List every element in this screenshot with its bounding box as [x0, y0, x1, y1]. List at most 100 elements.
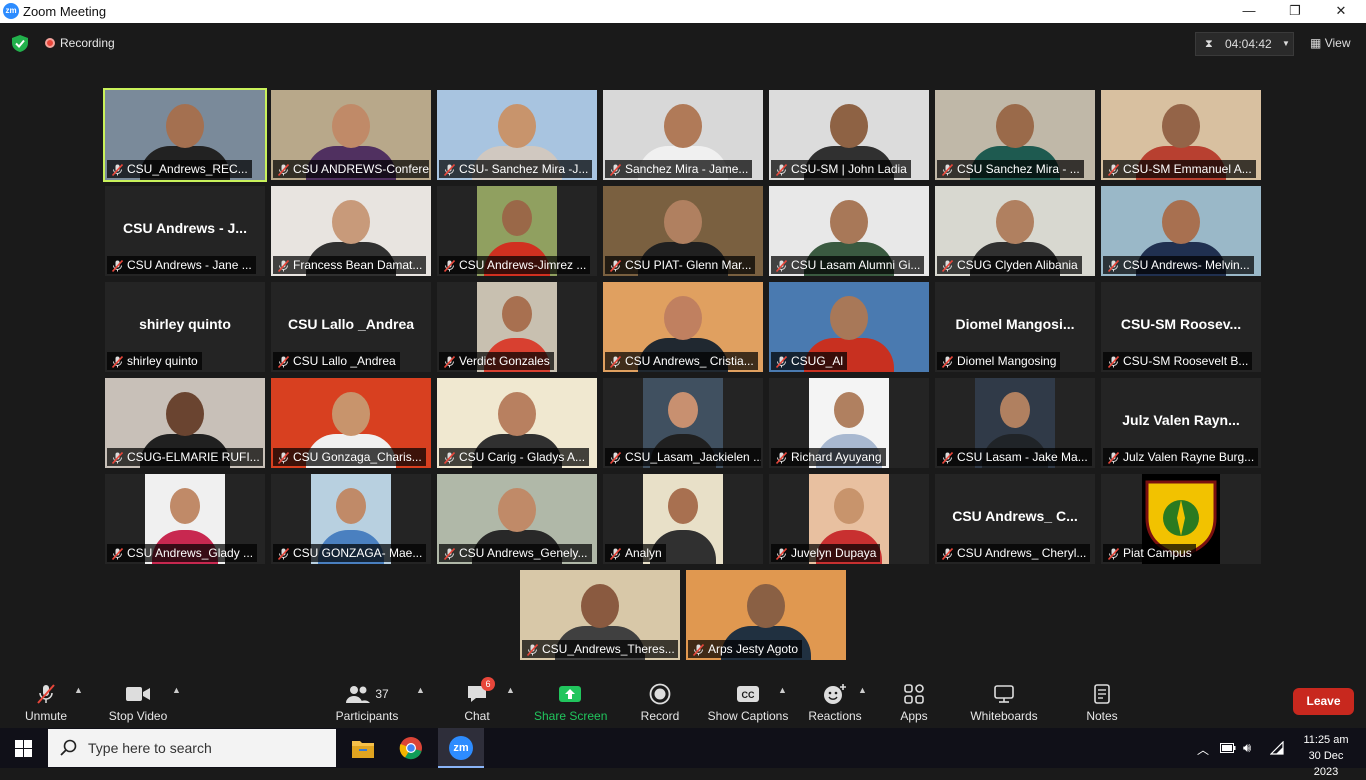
- participant-tile[interactable]: CSU Carig - Gladys A...: [437, 378, 597, 468]
- participant-tile[interactable]: CSU Andrews-Jimrez ...: [437, 186, 597, 276]
- participant-tile[interactable]: CSU GONZAGA- Mae...: [271, 474, 431, 564]
- reactions-button[interactable]: Reactions: [806, 681, 864, 723]
- participants-button[interactable]: 37 Participants: [334, 681, 400, 723]
- chat-unread-badge: 6: [481, 677, 495, 691]
- meeting-timer[interactable]: ⧗ 04:04:42 ▼: [1195, 32, 1294, 56]
- chrome-browser-icon[interactable]: [399, 736, 423, 760]
- participant-tile[interactable]: CSU PIAT- Glenn Mar...: [603, 186, 763, 276]
- participant-tile[interactable]: Piat Campus: [1101, 474, 1261, 564]
- participant-tile[interactable]: CSU ANDREWS-Confere...: [271, 90, 431, 180]
- participant-name-tag: CSU_Andrews_Theres...: [522, 640, 678, 658]
- participant-tile[interactable]: CSUG_Al: [769, 282, 929, 372]
- participant-tile[interactable]: CSU Sanchez Mira - ...: [935, 90, 1095, 180]
- chat-options-caret[interactable]: ▲: [506, 685, 515, 695]
- participant-tile[interactable]: Richard Ayuyang: [769, 378, 929, 468]
- muted-microphone-icon: [609, 259, 622, 273]
- unmute-button[interactable]: Unmute: [18, 681, 74, 723]
- reactions-options-caret[interactable]: ▲: [858, 685, 867, 695]
- file-explorer-icon[interactable]: [351, 737, 375, 759]
- notes-button[interactable]: Notes: [1082, 681, 1122, 723]
- participant-display-name: Diomel Mangosi...: [955, 316, 1075, 332]
- participant-name-tag: CSU Andrews_ Cristia...: [605, 352, 758, 370]
- participant-tile[interactable]: CSU-SM Roosev... CSU-SM Roosevelt B...: [1101, 282, 1261, 372]
- stop-video-button[interactable]: Stop Video: [104, 681, 172, 723]
- recording-dot-icon: [45, 38, 55, 48]
- muted-microphone-icon: [111, 355, 124, 369]
- recording-indicator[interactable]: Recording: [45, 36, 115, 50]
- muted-microphone-icon: [692, 643, 705, 657]
- whiteboards-button[interactable]: Whiteboards: [966, 681, 1042, 723]
- unmute-label: Unmute: [24, 709, 68, 723]
- participant-name-tag: CSU Lasam - Jake Ma...: [937, 448, 1092, 466]
- participant-tile[interactable]: CSU-SM | John Ladia: [769, 90, 929, 180]
- speaker-volume-icon[interactable]: 🔊︎: [1243, 740, 1251, 756]
- participant-tile[interactable]: Diomel Mangosi... Diomel Mangosing: [935, 282, 1095, 372]
- leave-meeting-button[interactable]: Leave: [1293, 688, 1354, 715]
- participant-name: CSU Andrews - Jane ...: [127, 258, 252, 272]
- windows-start-icon[interactable]: [15, 740, 32, 757]
- video-options-caret[interactable]: ▲: [172, 685, 181, 695]
- participant-name: CSU Carig - Gladys A...: [459, 450, 586, 464]
- view-button[interactable]: ▦ View: [1310, 36, 1350, 50]
- participant-tile[interactable]: Arps Jesty Agoto: [686, 570, 846, 660]
- participant-tile[interactable]: CSU_Andrews_REC...: [103, 88, 267, 182]
- muted-microphone-icon: [941, 547, 954, 561]
- participant-tile[interactable]: CSU Andrews_ Cristia...: [603, 282, 763, 372]
- security-shield-icon[interactable]: [12, 35, 28, 52]
- show-hidden-icons-chevron-icon[interactable]: ︿: [1197, 741, 1209, 758]
- recording-label: Recording: [60, 36, 115, 50]
- participant-name-tag: CSU Lasam Alumni Gi...: [771, 256, 925, 274]
- participant-name-tag: Francess Bean Damat...: [273, 256, 427, 274]
- participant-tile[interactable]: CSU Andrews - J... CSU Andrews - Jane ...: [105, 186, 265, 276]
- participant-tile[interactable]: Verdict Gonzales: [437, 282, 597, 372]
- participant-tile[interactable]: CSUG Clyden Alibania: [935, 186, 1095, 276]
- participant-display-name: shirley quinto: [139, 316, 231, 332]
- captions-options-caret[interactable]: ▲: [778, 685, 787, 695]
- wifi-signal-icon[interactable]: [1270, 741, 1284, 755]
- participant-tile[interactable]: CSU- Sanchez Mira -J...: [437, 90, 597, 180]
- participant-tile[interactable]: CSU Andrews- Melvin...: [1101, 186, 1261, 276]
- muted-microphone-icon: [37, 684, 55, 704]
- participant-name: CSU-SM Emmanuel A...: [1123, 162, 1252, 176]
- taskbar-search-box[interactable]: Type here to search: [48, 729, 336, 767]
- participant-tile[interactable]: CSU_Lasam_Jackielen ...: [603, 378, 763, 468]
- participant-name-tag: Analyn: [605, 544, 666, 562]
- whiteboards-label: Whiteboards: [970, 709, 1038, 723]
- participant-tile[interactable]: CSU_Andrews_Theres...: [520, 570, 680, 660]
- participant-tile[interactable]: CSU Andrews_ C... CSU Andrews_ Cheryl...: [935, 474, 1095, 564]
- meeting-top-bar: Recording ⧗ 04:04:42 ▼ ▦ View: [0, 23, 1366, 63]
- participant-tile[interactable]: CSU Lallo _Andrea CSU Lallo _Andrea: [271, 282, 431, 372]
- participant-tile[interactable]: Sanchez Mira - Jame...: [603, 90, 763, 180]
- participant-display-name: Julz Valen Rayn...: [1122, 412, 1240, 428]
- participant-tile[interactable]: CSU Lasam Alumni Gi...: [769, 186, 929, 276]
- participant-tile[interactable]: Analyn: [603, 474, 763, 564]
- participant-tile[interactable]: CSU-SM Emmanuel A...: [1101, 90, 1261, 180]
- participant-tile[interactable]: CSU Gonzaga_Charis...: [271, 378, 431, 468]
- window-title: Zoom Meeting: [23, 4, 107, 19]
- participant-tile[interactable]: Juvelyn Dupaya: [769, 474, 929, 564]
- record-button[interactable]: Record: [638, 681, 682, 723]
- participant-tile[interactable]: shirley quinto shirley quinto: [105, 282, 265, 372]
- zoom-app-icon: zm: [449, 736, 473, 760]
- view-label: View: [1324, 36, 1351, 50]
- apps-icon: [904, 684, 924, 704]
- share-screen-button[interactable]: Share Screen: [534, 681, 607, 723]
- minimize-button[interactable]: —: [1226, 0, 1272, 23]
- apps-button[interactable]: Apps: [894, 681, 934, 723]
- notes-label: Notes: [1086, 709, 1118, 723]
- participant-display-name: CSU Lallo _Andrea: [287, 316, 415, 332]
- participant-name: CSU-SM | John Ladia: [791, 162, 907, 176]
- participant-tile[interactable]: CSU Andrews_Genely...: [437, 474, 597, 564]
- participant-tile[interactable]: Julz Valen Rayn... Julz Valen Rayne Burg.…: [1101, 378, 1261, 468]
- maximize-button[interactable]: ❐: [1272, 0, 1318, 23]
- close-window-button[interactable]: ✕: [1318, 0, 1364, 23]
- participant-tile[interactable]: CSU Andrews_Glady ...: [105, 474, 265, 564]
- audio-options-caret[interactable]: ▲: [74, 685, 83, 695]
- participant-tile[interactable]: Francess Bean Damat...: [271, 186, 431, 276]
- battery-icon[interactable]: [1220, 742, 1236, 754]
- zoom-taskbar-button[interactable]: zm: [438, 728, 484, 768]
- system-clock[interactable]: 11:25 am 30 Dec 2023: [1296, 732, 1356, 780]
- participants-options-caret[interactable]: ▲: [416, 685, 425, 695]
- participant-tile[interactable]: CSUG-ELMARIE RUFI...: [105, 378, 265, 468]
- participant-tile[interactable]: CSU Lasam - Jake Ma...: [935, 378, 1095, 468]
